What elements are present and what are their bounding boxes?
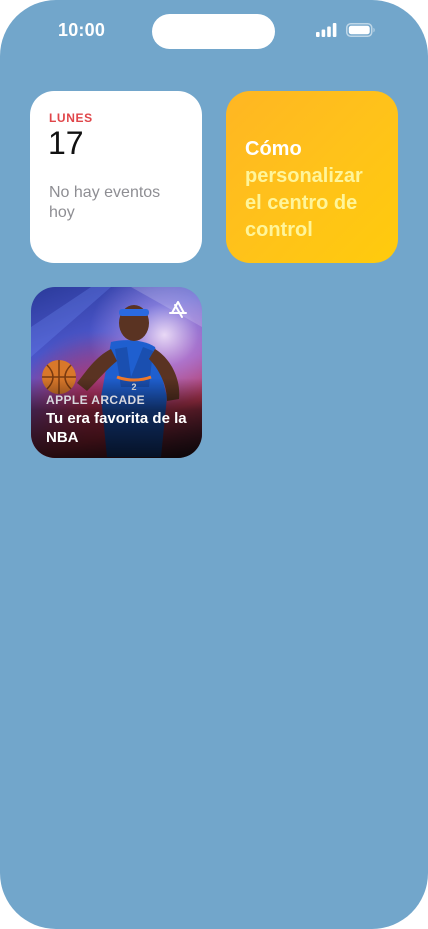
arcade-label: APPLE ARCADE bbox=[46, 393, 146, 407]
apple-arcade-widget[interactable]: 2 APPLE ARCADE Tu era favorita de la NBA bbox=[31, 287, 202, 458]
calendar-day-number: 17 bbox=[48, 125, 84, 161]
calendar-widget[interactable]: LUNES 17 No hay eventos hoy bbox=[30, 91, 202, 263]
calendar-events-text: No hay eventos hoy bbox=[49, 184, 161, 221]
tips-title-rest: personalizar el centro de control bbox=[245, 165, 363, 241]
app-store-icon bbox=[169, 301, 187, 318]
tips-title: Cómo personalizar el centro de control bbox=[245, 136, 385, 244]
tips-widget[interactable]: Cómo personalizar el centro de control bbox=[226, 91, 398, 263]
status-icons bbox=[316, 23, 376, 37]
arcade-title: Tu era favorita de la NBA bbox=[46, 410, 187, 446]
dynamic-island bbox=[152, 14, 275, 49]
home-screen: 10:00 LUNES 17 No hay eventos hoy Cómo p… bbox=[0, 0, 428, 929]
calendar-weekday: LUNES bbox=[49, 111, 93, 125]
status-time: 10:00 bbox=[58, 20, 106, 40]
cellular-signal-icon bbox=[316, 23, 337, 37]
battery-icon bbox=[346, 23, 375, 37]
tips-title-line1: Cómo bbox=[245, 138, 302, 160]
